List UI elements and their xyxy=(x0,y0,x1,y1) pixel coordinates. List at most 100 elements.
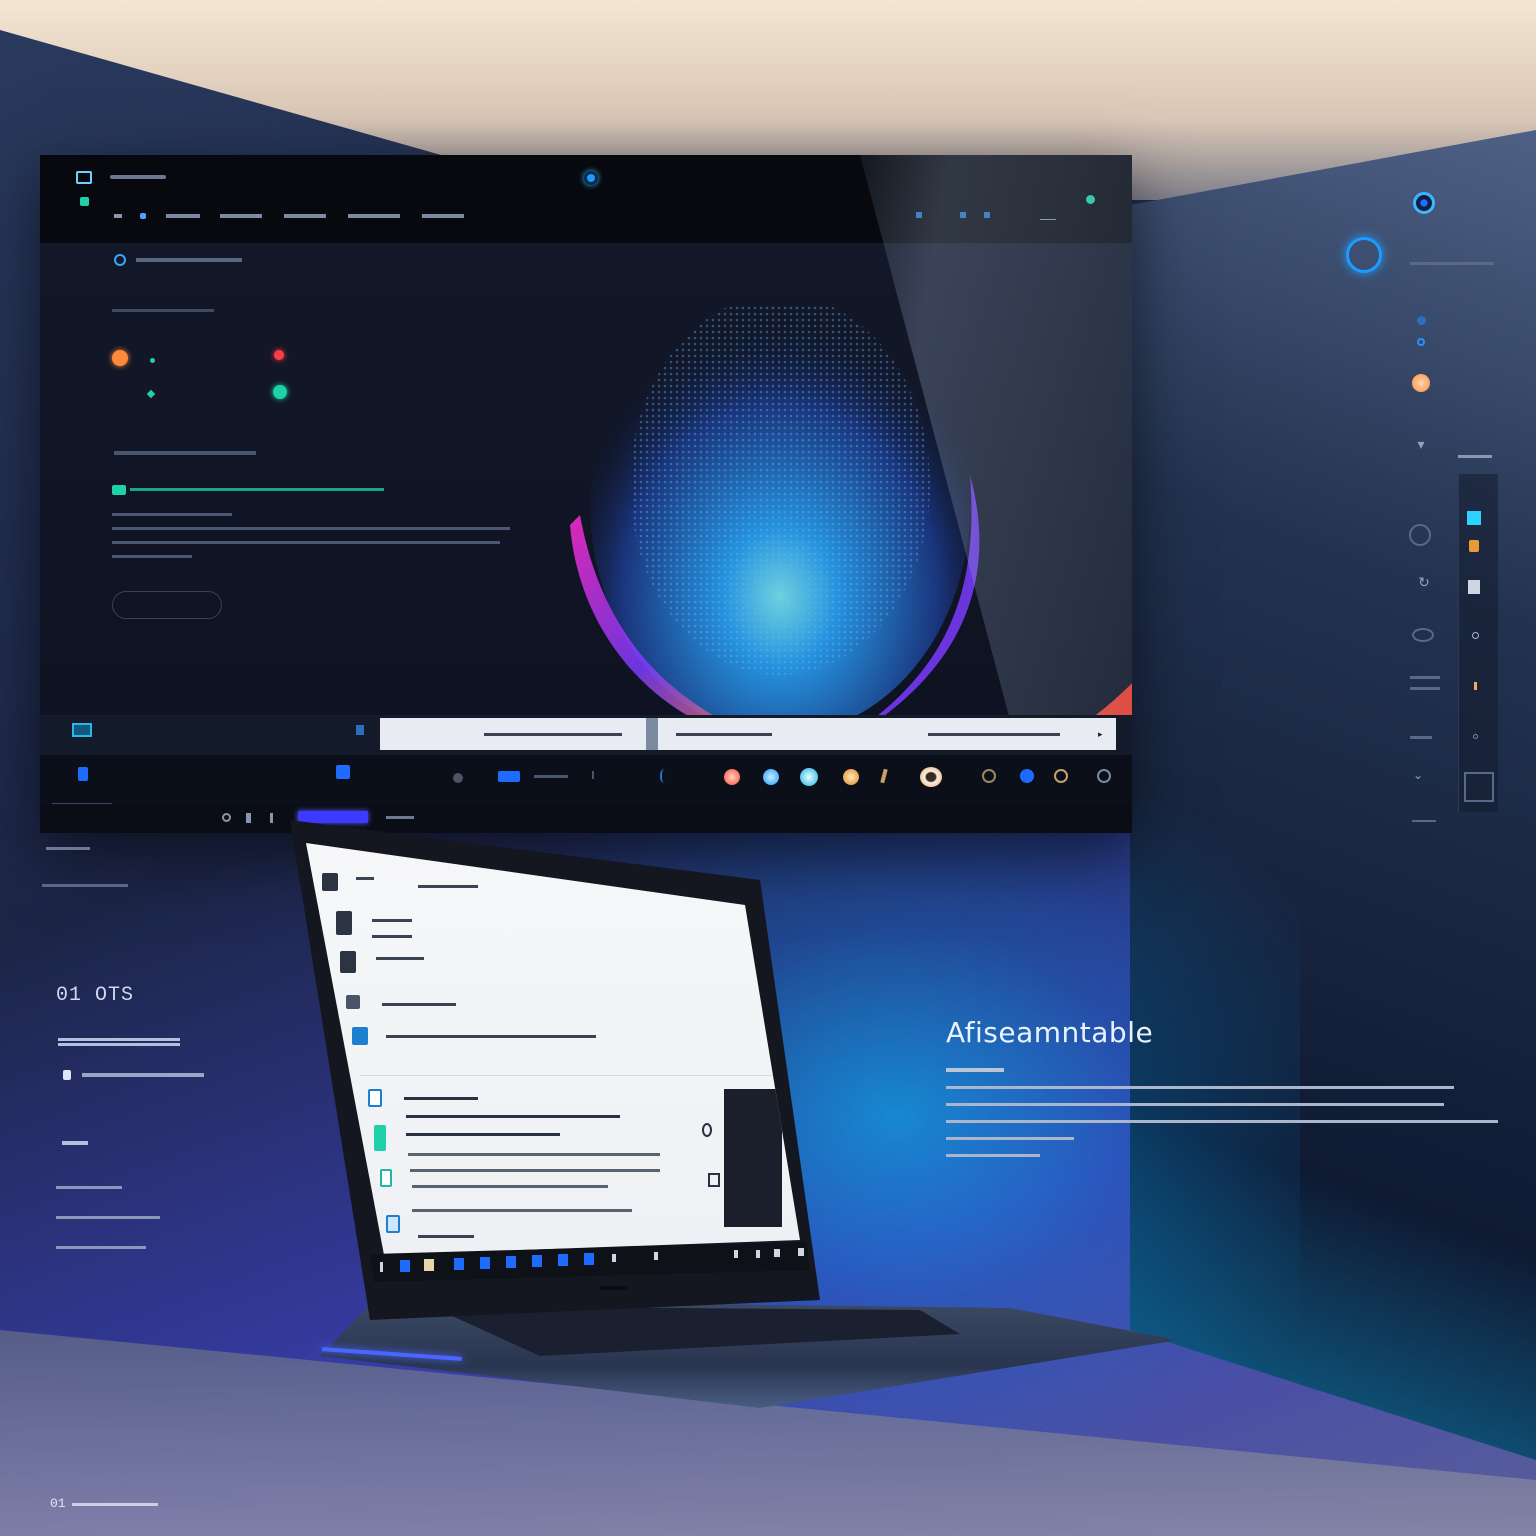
ls-line-2 xyxy=(372,935,412,938)
ls-card-line-4 xyxy=(410,1169,660,1172)
rail-dot-icon-1[interactable] xyxy=(1417,316,1426,325)
active-tab-indicator[interactable] xyxy=(298,811,368,823)
tray-icon-6[interactable] xyxy=(798,1248,804,1256)
nav-item-6[interactable] xyxy=(348,214,400,218)
rail-text-scribble-2 xyxy=(1410,736,1432,739)
orange-dot-icon[interactable] xyxy=(112,350,128,366)
arc-icon[interactable] xyxy=(660,769,670,783)
progress-thumb[interactable] xyxy=(112,485,126,495)
ring-icon-3[interactable] xyxy=(1054,769,1068,783)
rail-square-outline-icon[interactable] xyxy=(1464,772,1494,802)
rail-small-ring-icon-1[interactable] xyxy=(1472,632,1479,639)
ls-card-line-3 xyxy=(408,1153,660,1156)
nav-item-3[interactable] xyxy=(166,214,200,218)
ls-icon-9[interactable] xyxy=(386,1215,400,1233)
ring-icon-2[interactable] xyxy=(1020,769,1034,783)
ring-icon-4[interactable] xyxy=(1097,769,1111,783)
tray-icon-3[interactable] xyxy=(734,1250,738,1258)
tray-icon-1[interactable] xyxy=(612,1254,616,1262)
gray-dot-icon[interactable] xyxy=(453,773,463,783)
rail-small-bar-icon[interactable] xyxy=(1474,682,1477,690)
nav-item-5[interactable] xyxy=(284,214,326,218)
tab-2[interactable]: ▸ xyxy=(658,718,1116,750)
taskbar-start-icon[interactable] xyxy=(380,1262,383,1272)
eye-orb-icon[interactable] xyxy=(920,767,942,787)
ls-icon-4[interactable] xyxy=(346,995,360,1009)
tray-icon-5[interactable] xyxy=(774,1249,780,1257)
left-caption-scribble-2 xyxy=(42,884,128,887)
ls-icon-2[interactable] xyxy=(336,911,352,935)
eye-icon[interactable] xyxy=(1412,628,1434,642)
status-icon-2[interactable] xyxy=(246,813,251,823)
blue-orb-icon[interactable] xyxy=(763,769,779,785)
rail-bottom-line xyxy=(1412,820,1436,822)
rail-white-square-icon[interactable] xyxy=(1468,580,1480,594)
ls-panel-trash-icon[interactable] xyxy=(708,1173,720,1187)
cyan-orb-icon[interactable] xyxy=(800,768,818,786)
amber-orb-icon[interactable] xyxy=(843,769,859,785)
small-blue-icon[interactable] xyxy=(356,725,364,735)
triangle-icon[interactable]: ▾ xyxy=(1409,436,1433,453)
zoom-badge[interactable] xyxy=(498,771,520,782)
taskbar-app-8[interactable] xyxy=(584,1253,594,1265)
window-icon[interactable] xyxy=(72,723,92,737)
ls-panel-icon[interactable] xyxy=(702,1123,712,1137)
nav-item-7[interactable] xyxy=(422,214,464,218)
green-dot-icon[interactable] xyxy=(273,385,287,399)
rail-orange-dot-icon[interactable] xyxy=(1412,374,1430,392)
red-dot-icon[interactable] xyxy=(274,350,284,360)
taskbar-app-5[interactable] xyxy=(506,1256,516,1268)
status-icon-3[interactable] xyxy=(270,813,273,823)
taskbar-app-6[interactable] xyxy=(532,1255,542,1267)
tab-1[interactable] xyxy=(380,718,646,750)
blue-square-icon-2[interactable] xyxy=(336,765,350,779)
control-bar xyxy=(40,755,1132,805)
taskbar-app-3[interactable] xyxy=(454,1258,464,1270)
rail-ring-icon-1[interactable] xyxy=(1409,524,1431,546)
taskbar-app-7[interactable] xyxy=(558,1254,568,1266)
nav-item-2[interactable] xyxy=(140,213,146,219)
large-ring-icon[interactable] xyxy=(1346,237,1382,273)
ls-icon-8[interactable] xyxy=(380,1169,392,1187)
ls-icon-5[interactable] xyxy=(352,1027,368,1045)
ls-icon-7[interactable] xyxy=(374,1125,386,1151)
tray-icon-4[interactable] xyxy=(756,1250,760,1258)
ls-line-1 xyxy=(372,919,412,922)
feature-kicker-scribble xyxy=(946,1068,1004,1072)
taskbar-tray-icons[interactable] xyxy=(610,1248,810,1264)
nav-item-4[interactable] xyxy=(220,214,262,218)
ring-icon-1[interactable] xyxy=(982,769,996,783)
profile-icon[interactable] xyxy=(114,254,126,266)
app-icon[interactable] xyxy=(76,171,92,184)
ls-icon-6[interactable] xyxy=(368,1089,382,1107)
rail-small-ring-icon-2[interactable] xyxy=(1473,734,1478,739)
rail-amber-square-icon[interactable] xyxy=(1469,540,1479,552)
cta-button[interactable] xyxy=(112,591,222,619)
refresh-icon[interactable]: ↻ xyxy=(1412,574,1436,591)
subheading-scribble xyxy=(112,309,214,312)
rail-small-icon[interactable]: ⌄ xyxy=(1406,768,1430,782)
progress-track[interactable] xyxy=(112,485,384,495)
tray-icon-2[interactable] xyxy=(654,1252,658,1260)
status-line xyxy=(52,803,112,804)
blue-square-icon-1[interactable] xyxy=(78,767,88,781)
feature-paragraph xyxy=(946,1086,1502,1166)
target-icon[interactable] xyxy=(1413,192,1435,214)
taskbar-app-2[interactable] xyxy=(424,1259,434,1271)
tab-close-icon[interactable]: ▸ xyxy=(1098,729,1103,740)
brush-icon[interactable] xyxy=(880,768,888,784)
nav-item-1[interactable] xyxy=(114,214,122,218)
status-label-scribble xyxy=(386,816,414,819)
ls-line-5 xyxy=(386,1035,596,1038)
rail-dot-icon-2[interactable] xyxy=(1417,338,1425,346)
ls-card-line-1 xyxy=(406,1115,620,1118)
ls-icon-1[interactable] xyxy=(322,873,338,891)
ls-divider xyxy=(360,1075,780,1076)
ls-icon-3[interactable] xyxy=(340,951,356,973)
taskbar-app-4[interactable] xyxy=(480,1257,490,1269)
red-orb-icon[interactable] xyxy=(724,769,740,785)
status-icon-1[interactable] xyxy=(222,813,231,822)
rail-cyan-square-icon[interactable] xyxy=(1467,511,1481,525)
teal-indicator-icon xyxy=(80,197,89,206)
taskbar-app-1[interactable] xyxy=(400,1260,410,1272)
